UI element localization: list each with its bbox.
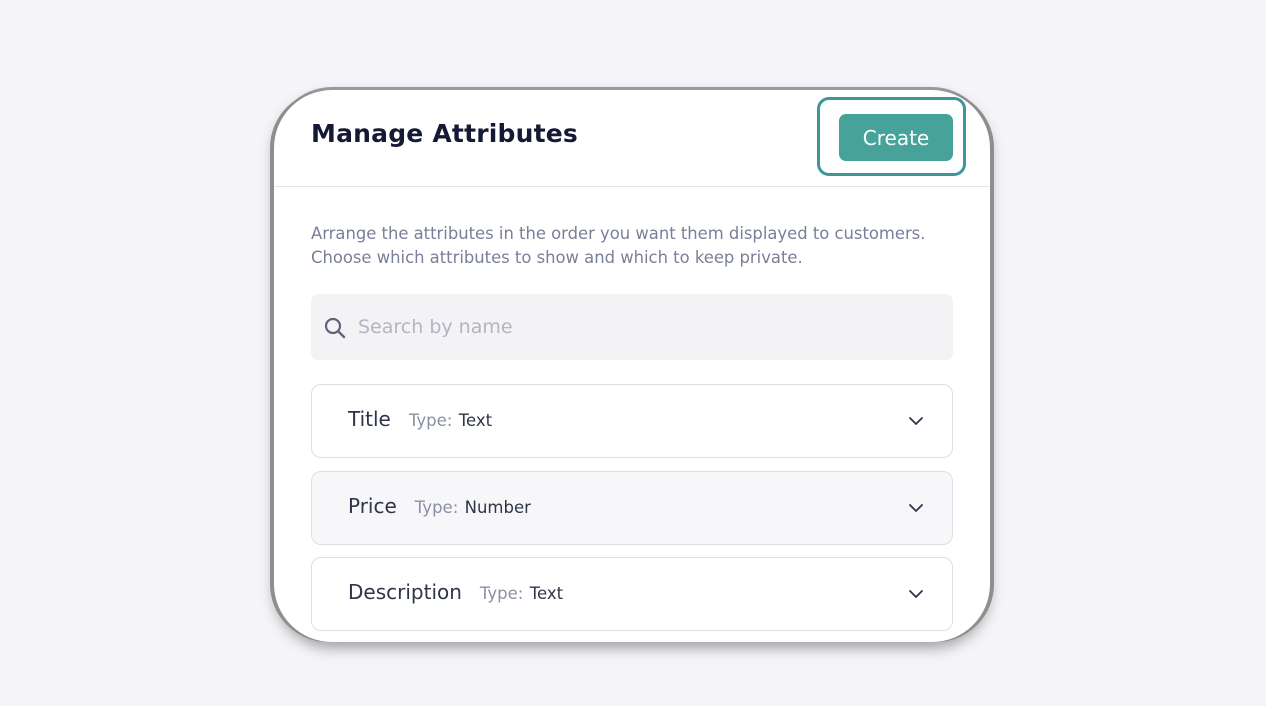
attribute-name: Description [348, 580, 462, 604]
chevron-down-icon[interactable] [908, 588, 924, 600]
dialog-description: Arrange the attributes in the order you … [311, 222, 961, 270]
manage-attributes-dialog: Manage Attributes Create Arrange the att… [274, 90, 990, 642]
search-box[interactable] [311, 294, 953, 360]
attribute-type-label: Type: [479, 584, 524, 603]
description-line-2: Choose which attributes to show and whic… [311, 248, 803, 267]
attribute-item-title[interactable]: Title Type: Text [311, 384, 953, 458]
description-line-1: Arrange the attributes in the order you … [311, 224, 926, 243]
create-button[interactable]: Create [839, 114, 953, 161]
attribute-type-label: Type: [408, 411, 453, 430]
attribute-name: Price [348, 494, 397, 518]
search-icon [324, 317, 346, 339]
attribute-type-value: Text [529, 584, 564, 603]
dialog-header: Manage Attributes Create [274, 90, 990, 187]
chevron-down-icon[interactable] [908, 502, 924, 514]
attribute-row-content: Description Type: Text [348, 580, 563, 604]
dialog-title: Manage Attributes [311, 119, 578, 148]
attribute-item-price[interactable]: Price Type: Number [311, 471, 953, 545]
attribute-type-value: Number [464, 498, 531, 517]
chevron-down-icon[interactable] [908, 415, 924, 427]
attribute-row-content: Price Type: Number [348, 494, 531, 518]
search-input[interactable] [358, 294, 938, 360]
attribute-item-description[interactable]: Description Type: Text [311, 557, 953, 631]
attribute-type-label: Type: [414, 498, 459, 517]
attribute-type-value: Text [458, 411, 493, 430]
attribute-name: Title [348, 407, 391, 431]
attribute-row-content: Title Type: Text [348, 407, 492, 431]
